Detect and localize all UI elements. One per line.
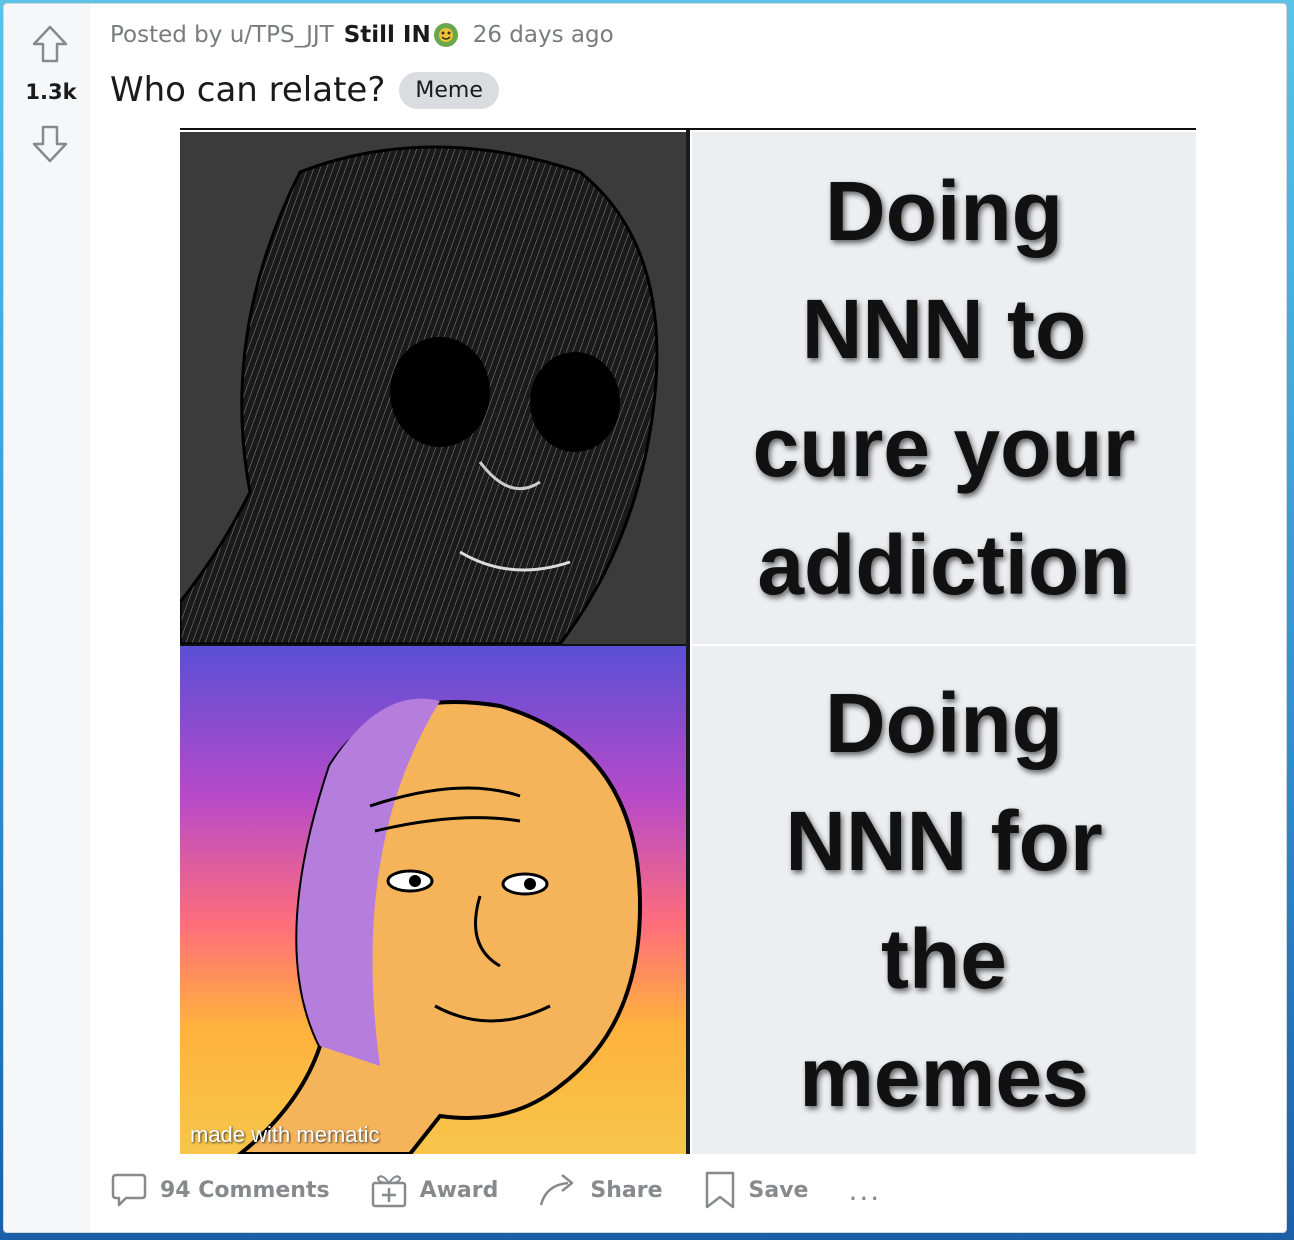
title-row: Who can relate? Meme [110,70,499,110]
vote-column: 1.3k [4,4,90,1232]
sad-wojak-panel [180,132,686,644]
meme-bottom-caption: Doing NNN for the memes [785,676,1103,1124]
posted-by-label: Posted by [110,22,223,48]
panel-divider-vertical [686,130,690,1154]
more-options-button[interactable]: ... [848,1174,881,1207]
save-button[interactable]: Save [703,1170,809,1210]
meme-top-caption-box: Doing NNN to cure your addiction [692,132,1196,644]
award-label: Award [419,1177,499,1203]
share-label: Share [590,1177,663,1203]
upvote-button[interactable] [28,22,72,66]
happy-wojak-panel: made with mematic [180,646,686,1154]
meme-top-caption: Doing NNN to cure your addiction [752,164,1136,612]
meme-image[interactable]: made with mematic Doing NNN to cure your… [180,128,1196,1154]
mematic-watermark: made with mematic [190,1122,380,1147]
happy-wojak-illustration [236,698,643,1154]
flair-emoji-icon [433,23,458,47]
gift-icon [371,1175,406,1208]
downvote-arrow-icon [32,125,68,163]
upvote-arrow-icon [32,25,68,63]
username-link[interactable]: u/TPS_JJT [230,22,334,48]
post-meta: Posted by u/TPS_JJT Still IN 26 days ago [110,22,614,48]
vote-score: 1.3k [25,80,77,104]
bookmark-icon [705,1171,734,1209]
post-card: 1.3k Posted by u/TPS_JJT Still IN 26 day… [3,3,1287,1233]
post-actions: 94 Comments Award Share Save ... [110,1170,881,1210]
post-title[interactable]: Who can relate? [110,70,385,110]
post-time: 26 days ago [472,22,614,48]
save-label: Save [748,1177,809,1203]
comments-button[interactable]: 94 Comments [110,1171,330,1209]
user-flair: Still IN [343,22,431,48]
share-arrow-icon [540,1174,574,1206]
award-button[interactable]: Award [370,1171,499,1209]
comments-label: 94 Comments [160,1177,330,1203]
meme-bottom-caption-box: Doing NNN for the memes [692,646,1196,1154]
downvote-button[interactable] [28,122,72,166]
comment-bubble-icon [111,1173,147,1207]
sad-wojak-illustration [180,145,659,644]
share-button[interactable]: Share [538,1171,663,1209]
post-flair-tag[interactable]: Meme [399,71,499,109]
